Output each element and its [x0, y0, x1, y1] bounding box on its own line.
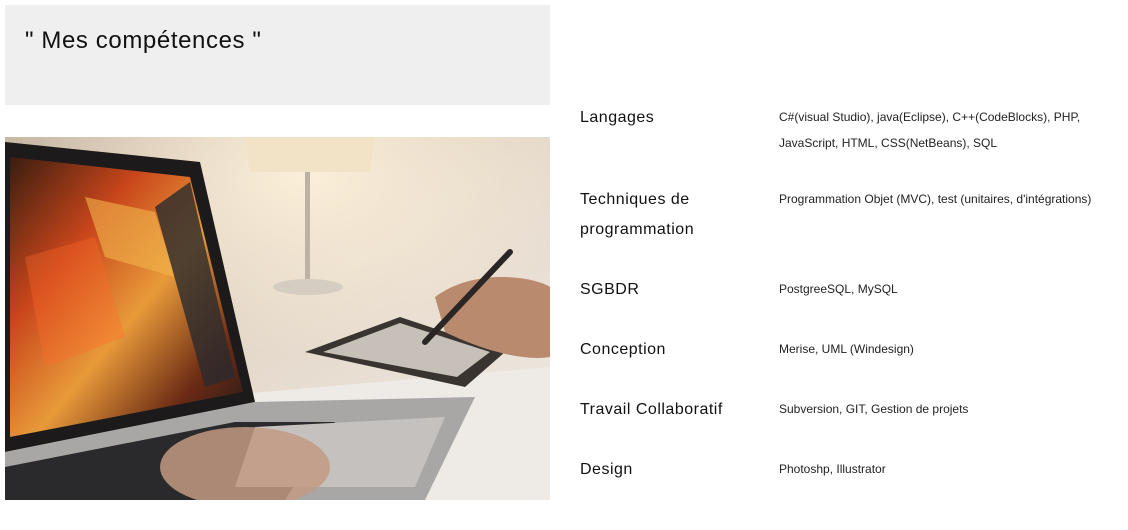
skills-table: Langages C#(visual Studio), java(Eclipse… [580, 0, 1120, 530]
skill-name: SGBDR [580, 281, 640, 298]
skill-name: Langages [580, 109, 655, 126]
skill-name: Techniques de programmation [580, 191, 695, 238]
skill-value: Programmation Objet (MVC), test (unitair… [779, 192, 1092, 206]
skill-value: Merise, UML (Windesign) [779, 342, 914, 356]
skill-value: C#(visual Studio), java(Eclipse), C++(Co… [779, 110, 1081, 150]
section-header: " Mes compétences " [5, 5, 550, 105]
skill-name: Design [580, 461, 633, 478]
skill-value: PostgreeSQL, MySQL [779, 282, 898, 296]
photo-illustration [5, 137, 550, 500]
skill-value: Subversion, GIT, Gestion de projets [779, 402, 969, 416]
page-title: " Mes compétences " [25, 27, 262, 54]
skill-name: Travail Collaboratif [580, 401, 723, 418]
laptop-photo [5, 137, 550, 500]
skill-name: Conception [580, 341, 666, 358]
skill-value: Photoshp, Illustrator [779, 462, 886, 476]
